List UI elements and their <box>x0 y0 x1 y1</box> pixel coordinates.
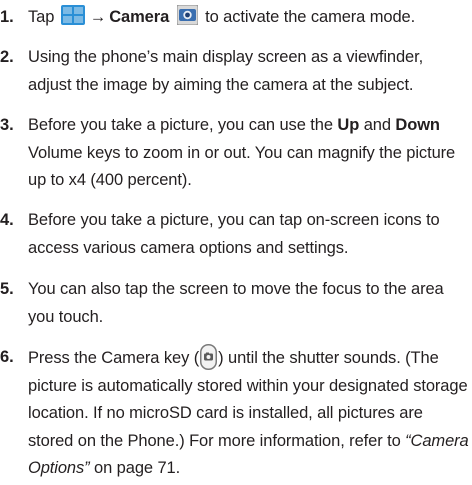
step-number: 5. <box>0 280 14 298</box>
step-text: Press the Camera key ( ) until the shutt… <box>28 344 470 483</box>
step-3-post: Volume keys to zoom in or out. You can m… <box>28 143 456 190</box>
and-word: and <box>363 116 391 134</box>
step-number: 4. <box>0 211 14 229</box>
step-text: Tap → Camera to activate the camera mode… <box>28 4 470 32</box>
step-text: Before you take a picture, you can tap o… <box>28 211 440 257</box>
step-number: 6. <box>0 348 14 366</box>
camera-label: Camera <box>109 8 170 26</box>
step-number: 3. <box>0 116 14 134</box>
step-3-pre: Before you take a picture, you can use t… <box>28 116 333 134</box>
step-text: You can also tap the screen to move the … <box>28 280 444 326</box>
step-number: 2. <box>0 48 14 66</box>
step-text: Before you take a picture, you can use t… <box>28 112 470 195</box>
arrow-icon: → <box>89 8 107 26</box>
step-text: Using the phone’s main display screen as… <box>28 48 424 94</box>
step-number: 1. <box>0 8 14 26</box>
step-6-pre: Press the Camera key ( <box>28 349 200 367</box>
down-key-label: Down <box>395 116 440 134</box>
step-6-ref-tail: on page 71. <box>94 459 181 477</box>
tap-word: Tap <box>28 8 55 26</box>
camera-app-icon <box>176 4 199 26</box>
instruction-steps: 1. Tap → Camera to activate the camera m… <box>0 0 472 485</box>
camera-key-icon <box>200 344 218 370</box>
apps-grid-icon <box>60 5 85 25</box>
step-1-rest: to activate the camera mode. <box>205 8 416 26</box>
up-key-label: Up <box>337 116 360 134</box>
